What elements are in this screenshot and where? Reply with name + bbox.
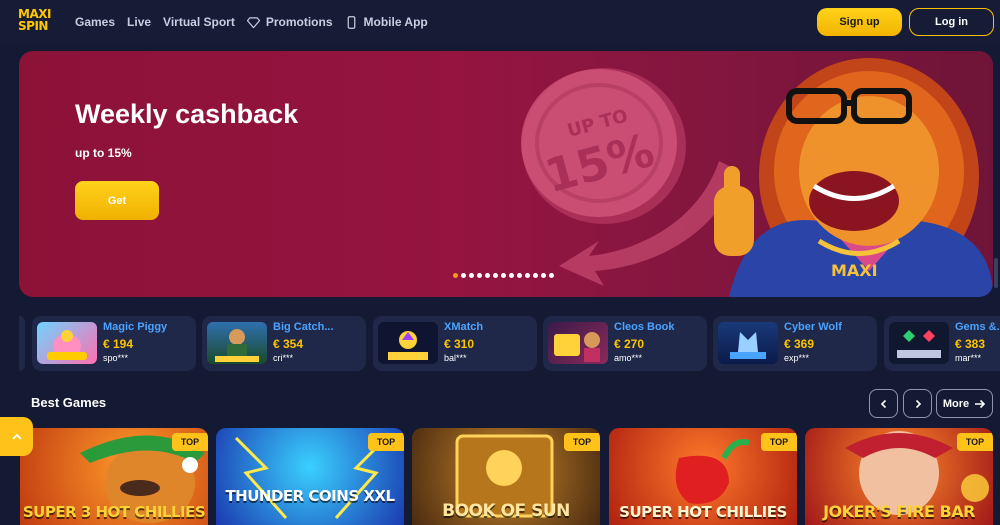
winner-amount: € 369 <box>784 337 815 351</box>
get-button[interactable]: Get <box>75 181 159 220</box>
next-button[interactable] <box>903 389 932 418</box>
nav-promotions-label: Promotions <box>265 15 333 29</box>
carousel-dot[interactable] <box>517 273 522 278</box>
winner-card[interactable]: Cyber Wolf € 369 exp*** <box>713 316 877 371</box>
game-thumbnail <box>37 322 97 364</box>
banner-title: Weekly cashback <box>75 99 299 129</box>
banner-subtitle: up to 15% <box>75 146 132 160</box>
game-tile[interactable]: TOP SUPER HOT CHILLIES <box>609 428 797 525</box>
prev-button[interactable] <box>869 389 898 418</box>
top-badge: TOP <box>368 433 404 451</box>
game-thumbnail <box>378 322 438 364</box>
mascot-chain-text: MAXI <box>831 261 878 280</box>
winner-amount: € 310 <box>444 337 475 351</box>
main-nav: Games Live Virtual Sport Promotions Mobi… <box>75 0 428 44</box>
coin-graphic: UP TO 15% <box>521 68 739 286</box>
carousel-dot[interactable] <box>533 273 538 278</box>
carousel-dot[interactable] <box>453 273 458 278</box>
winner-user: exp*** <box>784 353 810 363</box>
winner-card[interactable]: Cleos Book € 270 amo*** <box>543 316 707 371</box>
more-label: More <box>942 397 970 410</box>
nav-games[interactable]: Games <box>75 15 115 29</box>
mobile-icon <box>347 15 355 29</box>
banner-illustration: UP TO 15% MAXI <box>521 58 993 297</box>
nav-mobile-app[interactable]: Mobile App <box>345 15 428 29</box>
more-button[interactable]: More <box>936 389 993 418</box>
winner-user: bal*** <box>444 353 467 363</box>
winner-game-name: Gems &... <box>955 321 1000 333</box>
best-games-title: Best Games <box>31 395 107 410</box>
winner-user: amo*** <box>614 353 643 363</box>
nav-virtual-sport-label: Virtual Sport <box>163 15 235 29</box>
lion-mascot: MAXI <box>714 58 993 297</box>
winner-user: mar*** <box>955 353 982 363</box>
carousel-dot[interactable] <box>461 273 466 278</box>
login-button[interactable]: Log in <box>909 8 994 36</box>
winner-card-partial[interactable] <box>19 316 25 371</box>
scroll-up-tab[interactable] <box>0 417 33 456</box>
winner-amount: € 270 <box>614 337 645 351</box>
chevron-up-icon <box>11 433 22 440</box>
top-badge: TOP <box>172 433 208 451</box>
recent-winners-strip: Magic Piggy € 194 spo*** Big Catch... € … <box>19 316 1000 371</box>
best-games-row: TOP SUPER 3 HOT CHILLIES TOP THUNDER COI… <box>0 428 1000 525</box>
game-title: BOOK OF SUN <box>442 501 570 521</box>
winner-amount: € 354 <box>273 337 304 351</box>
promo-banner[interactable]: Weekly cashback up to 15% Get UP TO 15% <box>19 51 993 297</box>
logo-line-2: SPIN <box>18 19 48 33</box>
signup-button[interactable]: Sign up <box>817 8 902 36</box>
top-badge: TOP <box>761 433 797 451</box>
nav-promotions[interactable]: Promotions <box>246 15 333 29</box>
game-thumbnail <box>548 322 608 364</box>
winner-user: spo*** <box>103 353 129 363</box>
winner-amount: € 383 <box>955 337 986 351</box>
chevron-left-icon <box>880 399 886 408</box>
nav-live-label: Live <box>127 15 152 29</box>
carousel-dot[interactable] <box>501 273 506 278</box>
carousel-dots <box>453 273 554 278</box>
game-tile[interactable]: TOP BOOK OF SUN <box>412 428 600 525</box>
carousel-dot[interactable] <box>493 273 498 278</box>
winner-game-name: Cleos Book <box>614 321 675 333</box>
winner-amount: € 194 <box>103 337 134 351</box>
game-title: THUNDER COINS XXL <box>225 487 395 505</box>
nav-virtual-sport[interactable]: Virtual Sport <box>163 15 235 29</box>
winner-card[interactable]: Gems &... € 383 mar*** <box>884 316 1000 371</box>
game-tile[interactable]: TOP JOKER'S FIRE BAR <box>805 428 993 525</box>
game-thumbnail <box>889 322 949 364</box>
chevron-right-icon <box>915 399 921 408</box>
nav-live[interactable]: Live <box>127 15 151 29</box>
diamond-icon <box>246 16 260 28</box>
nav-games-label: Games <box>75 15 116 29</box>
winner-game-name: Cyber Wolf <box>784 321 842 333</box>
nav-mobile-app-label: Mobile App <box>363 15 428 29</box>
winner-user: cri*** <box>273 353 294 363</box>
carousel-dot[interactable] <box>541 273 546 278</box>
carousel-dot[interactable] <box>525 273 530 278</box>
winner-game-name: Big Catch... <box>273 321 334 333</box>
arrow-right-icon <box>975 399 986 408</box>
winner-card[interactable]: Magic Piggy € 194 spo*** <box>32 316 196 371</box>
winner-game-name: XMatch <box>444 321 484 333</box>
game-thumbnail <box>718 322 778 364</box>
top-badge: TOP <box>564 433 600 451</box>
carousel-dot[interactable] <box>477 273 482 278</box>
game-title: JOKER'S FIRE BAR <box>823 502 975 521</box>
winner-card[interactable]: Big Catch... € 354 cri*** <box>202 316 366 371</box>
game-title: SUPER HOT CHILLIES <box>619 503 787 521</box>
top-header: MAXI SPIN Games Live Virtual Sport Promo… <box>0 0 1000 44</box>
maxispin-logo[interactable]: MAXI SPIN <box>18 8 54 36</box>
carousel-dot[interactable] <box>469 273 474 278</box>
game-tile[interactable]: TOP SUPER 3 HOT CHILLIES <box>20 428 208 525</box>
game-thumbnail <box>207 322 267 364</box>
scrollbar[interactable] <box>994 258 998 288</box>
carousel-dot[interactable] <box>549 273 554 278</box>
carousel-dot[interactable] <box>509 273 514 278</box>
top-badge: TOP <box>957 433 993 451</box>
game-tile[interactable]: TOP THUNDER COINS XXL <box>216 428 404 525</box>
game-title: SUPER 3 HOT CHILLIES <box>22 503 206 521</box>
carousel-dot[interactable] <box>485 273 490 278</box>
winner-game-name: Magic Piggy <box>103 321 168 333</box>
winner-card[interactable]: XMatch € 310 bal*** <box>373 316 537 371</box>
